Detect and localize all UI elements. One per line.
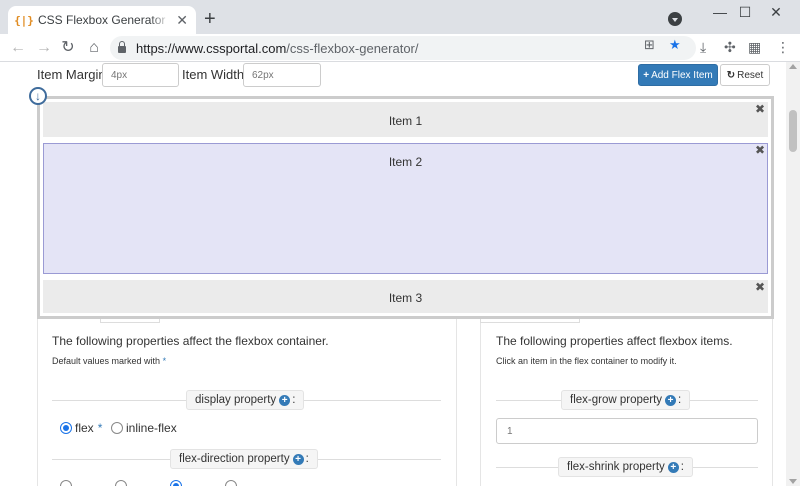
collapse-toggle-down-arrow-icon[interactable]: ↓ [29,87,47,105]
bookmark-star-icon[interactable]: ★ [669,37,681,53]
browser-tab[interactable]: {|} CSS Flexbox Generator - CSS Portal ✕ [8,6,196,34]
flex-item[interactable]: Item 3 ✖ [43,280,768,313]
translate-icon[interactable]: ⊞ [644,37,655,53]
scroll-down-arrow-icon[interactable] [789,479,797,484]
reset-label: Reset [737,69,764,81]
add-flex-item-button[interactable]: + Add Flex Item [638,64,718,86]
info-plus-circle-icon[interactable]: + [279,394,291,406]
flex-grow-property-header: flex-grow property +: [561,390,691,410]
flex-container-preview: Item 1 ✖ Item 2 ✖ Item 3 ✖ [37,96,774,319]
scrollbar-thumb[interactable] [789,110,797,152]
flex-direction-options-row [60,480,240,486]
extension-calendar-icon[interactable]: ▦ [748,39,761,56]
cssportal-favicon-icon: {|} [14,13,34,27]
display-property-header: display property +: [186,390,305,410]
radio-selected[interactable] [60,422,72,434]
flex-shrink-property-label: flex-shrink property [567,461,665,473]
item-width-label: Item Width [182,67,245,82]
flex-item-selected[interactable]: Item 2 ✖ [43,143,768,274]
items-panel-description: The following properties affect flexbox … [496,334,733,348]
info-plus-circle-icon[interactable]: + [665,394,677,406]
url-text[interactable]: https://www.cssportal.com/css-flexbox-ge… [136,41,419,56]
reload-icon[interactable]: ↻ [58,38,78,58]
new-tab-plus-icon[interactable]: + [204,9,216,29]
flex-shrink-property-header: flex-shrink property +: [558,457,693,477]
minimize-icon[interactable]: — [708,4,732,20]
profile-dropdown-icon[interactable] [668,12,682,26]
radio-unselected[interactable] [60,480,72,486]
item-margin-label: Item Margin [37,67,106,82]
extensions-puzzle-icon[interactable]: ✣ [724,39,736,56]
flex-item[interactable]: Item 1 ✖ [43,102,768,137]
items-panel-note: Click an item in the flex container to m… [496,356,677,366]
forward-arrow-icon[interactable]: → [34,38,54,58]
radio-unselected[interactable] [115,480,127,486]
display-flex-label: flex [75,421,94,435]
plus-icon: + [643,69,650,81]
display-flex-option[interactable]: flex * [60,421,102,435]
flex-direction-property-header: flex-direction property +: [170,449,318,469]
container-panel-note: Default values marked with * [52,356,167,366]
maximize-icon[interactable]: ☐ [733,4,757,21]
panel-tab-edge [480,319,580,323]
browser-toolbar: ← → ↻ ⌂ https://www.cssportal.com/css-fl… [0,34,800,62]
scroll-up-arrow-icon[interactable] [789,64,797,69]
panel-tab-edge [100,319,160,323]
flex-grow-input[interactable] [496,418,758,444]
item-margin-input[interactable] [102,63,179,87]
back-arrow-icon[interactable]: ← [8,38,28,58]
info-plus-circle-icon[interactable]: + [292,453,304,465]
window-close-icon[interactable]: ✕ [764,4,788,21]
radio-unselected[interactable] [225,480,237,486]
page-scrollbar[interactable] [786,62,800,486]
tab-close-icon[interactable]: ✕ [176,12,188,29]
flex-direction-property-label: flex-direction property [179,453,290,465]
home-icon[interactable]: ⌂ [84,38,104,58]
flex-grow-property-label: flex-grow property [570,394,663,406]
flex-item-label: Item 3 [388,291,423,305]
display-property-label: display property [195,394,277,406]
flex-item-label: Item 1 [388,114,423,128]
display-inline-flex-label: inline-flex [126,421,177,435]
reset-button[interactable]: ↻ Reset [720,64,770,86]
radio-unselected[interactable] [111,422,123,434]
lock-icon[interactable] [118,41,126,53]
remove-item-close-icon[interactable]: ✖ [755,143,765,157]
remove-item-close-icon[interactable]: ✖ [755,102,765,116]
tab-title: CSS Flexbox Generator - CSS Portal [38,13,170,27]
download-icon[interactable]: ⤓ [700,39,706,56]
info-plus-circle-icon[interactable]: + [667,461,679,473]
page-content: Item Margin Item Width + Add Flex Item ↻… [0,62,800,486]
flex-item-label: Item 2 [388,155,423,169]
display-inline-flex-option[interactable]: inline-flex [111,421,177,435]
chrome-menu-icon[interactable]: ⋮ [776,39,790,56]
radio-selected[interactable] [170,480,182,486]
item-width-input[interactable] [243,63,321,87]
browser-tab-strip: {|} CSS Flexbox Generator - CSS Portal ✕… [0,0,800,34]
add-flex-item-label: Add Flex Item [651,69,713,81]
refresh-icon: ↻ [726,69,736,81]
remove-item-close-icon[interactable]: ✖ [755,280,765,294]
address-bar[interactable]: https://www.cssportal.com/css-flexbox-ge… [110,36,696,60]
container-panel-description: The following properties affect the flex… [52,334,329,348]
